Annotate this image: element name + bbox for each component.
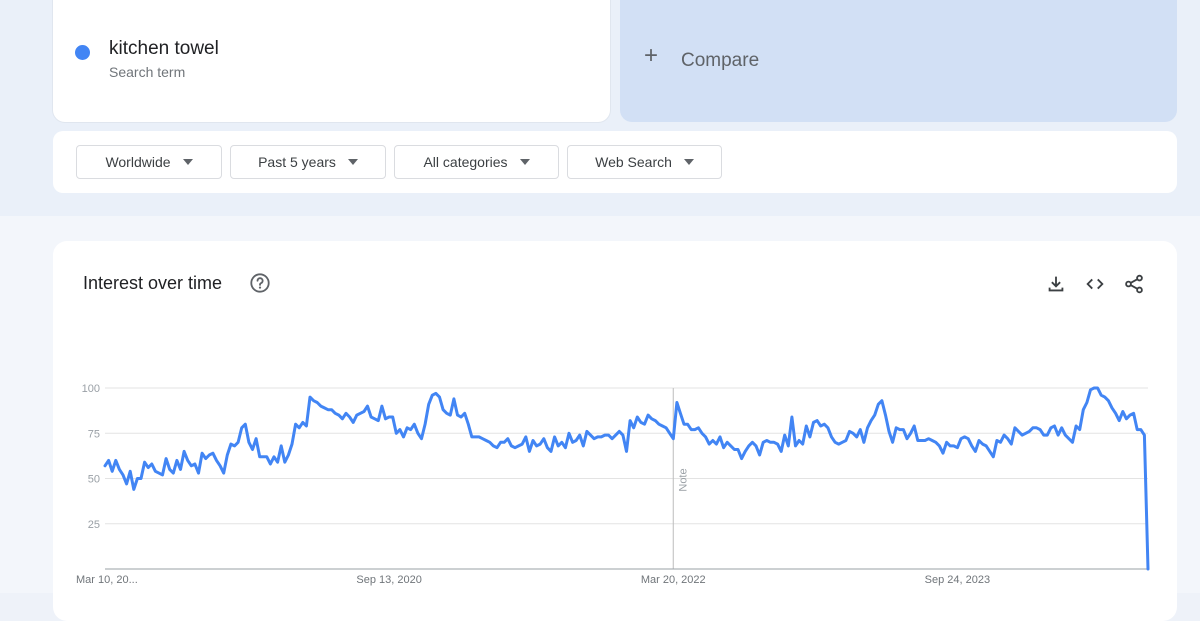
chart-axes: 25 50 75 100 Note Mar 10, 20... Sep 13, 2020 Ma… — [76, 383, 1148, 586]
chart-grid — [105, 387, 1148, 569]
x-tick-label: Mar 20, 2022 — [641, 574, 706, 586]
y-tick-label: 50 — [88, 474, 100, 486]
x-tick-label: Sep 13, 2020 — [356, 574, 421, 586]
x-tick-label: Mar 10, 20... — [76, 574, 138, 586]
note-label[interactable]: Note — [677, 468, 689, 491]
y-tick-label: 25 — [88, 519, 100, 531]
y-tick-label: 75 — [88, 428, 100, 440]
y-tick-label: 100 — [82, 383, 100, 395]
x-tick-label: Sep 24, 2023 — [925, 574, 990, 586]
interest-over-time-chart: 25 50 75 100 Note Mar 10, 20... Sep 13, 2020 Ma… — [76, 383, 1150, 586]
